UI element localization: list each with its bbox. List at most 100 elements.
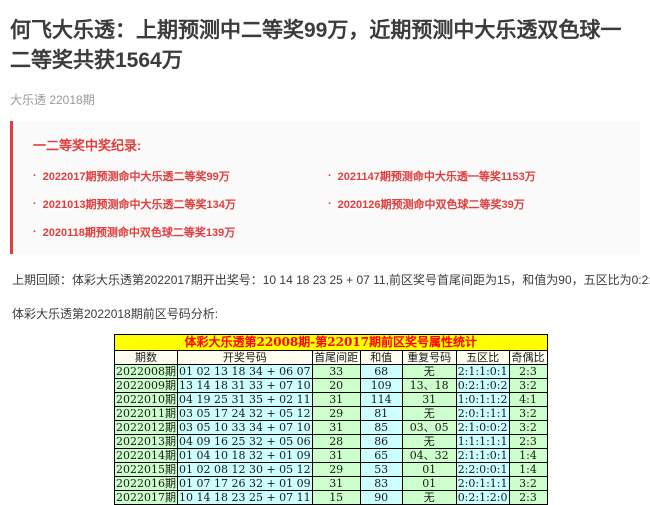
table-cell: 04 09 16 25 32 + 05 06: [178, 434, 313, 448]
table-header-row: 期数 开奖号码 首尾间距 和值 重复号码 五区比 奇偶比: [115, 350, 548, 364]
record-columns: · 2022017期预测命中大乐透二等奖99万 · 2021013期预测命中大乐…: [33, 156, 618, 240]
table-cell: 2022010期: [115, 392, 178, 406]
table-cell: 01 02 08 12 30 + 05 12: [178, 462, 313, 476]
column-header-oddeven: 奇偶比: [509, 350, 547, 364]
table-cell: 2:0:1:1:1: [456, 406, 509, 420]
record-item-text: 2020126期预测命中双色球二等奖39万: [338, 196, 525, 212]
table-cell: 3:2: [509, 476, 547, 490]
table-cell: 0:2:1:0:2: [456, 378, 509, 392]
table-cell: 68: [360, 364, 402, 378]
record-item: · 2020126期预测命中双色球二等奖39万: [328, 196, 536, 212]
record-item: · 2021147期预测命中大乐透一等奖1153万: [328, 168, 536, 184]
table-cell: 2:2:0:0:1: [456, 462, 509, 476]
table-row: 2022015期01 02 08 12 30 + 05 122953012:2:…: [115, 462, 548, 476]
table-cell: 109: [360, 378, 402, 392]
table-cell: 3:2: [509, 378, 547, 392]
page-title: 何飞大乐透：上期预测中二等奖99万，近期预测中大乐透双色球一二等奖共获1564万: [10, 16, 636, 76]
table-cell: 2022017期: [115, 490, 178, 504]
table-cell: 无: [402, 434, 456, 448]
table-cell: 2:0:1:1:1: [456, 476, 509, 490]
bullet-icon: ·: [33, 226, 37, 238]
table-cell: 2:1:1:0:1: [456, 448, 509, 462]
last-draw-review: 上期回顾：体彩大乐透第2022017期开出奖号：10 14 18 23 25 +…: [12, 271, 640, 288]
table-cell: 65: [360, 448, 402, 462]
record-item-text: 2021147期预测命中大乐透一等奖1153万: [338, 168, 536, 184]
table-cell: 13 14 18 31 33 + 07 10: [178, 378, 313, 392]
record-column-right: · 2021147期预测命中大乐透一等奖1153万 · 2020126期预测命中…: [328, 156, 536, 240]
table-cell: 2:3: [509, 490, 547, 504]
table-cell: 31: [312, 420, 360, 434]
table-cell: 03 05 10 33 34 + 07 10: [178, 420, 313, 434]
record-item: · 2021013期预测命中大乐透二等奖134万: [33, 196, 328, 212]
table-cell: 10 14 18 23 25 + 07 11: [178, 490, 313, 504]
table-cell: 2022012期: [115, 420, 178, 434]
table-cell: 2022015期: [115, 462, 178, 476]
record-item-text: 2021013期预测命中大乐透二等奖134万: [43, 196, 236, 212]
table-cell: 13、18: [402, 378, 456, 392]
table-row: 2022009期13 14 18 31 33 + 07 102010913、18…: [115, 378, 548, 392]
prize-record-box: 一二等奖中奖纪录: · 2022017期预测命中大乐透二等奖99万 · 2021…: [10, 121, 640, 254]
table-cell: 2022008期: [115, 364, 178, 378]
column-header-sum: 和值: [360, 350, 402, 364]
table-cell: 03 05 17 24 32 + 05 12: [178, 406, 313, 420]
column-header-zoneratio: 五区比: [456, 350, 509, 364]
column-header-issue: 期数: [115, 350, 178, 364]
bullet-icon: ·: [33, 198, 37, 210]
table-title: 体彩大乐透第22008期-第22017期前区奖号属性统计: [115, 334, 548, 350]
table-cell: 2022013期: [115, 434, 178, 448]
table-cell: 20: [312, 378, 360, 392]
table-row: 2022017期10 14 18 23 25 + 07 111590无0:2:1…: [115, 490, 548, 504]
table-cell: 无: [402, 364, 456, 378]
stats-table-body: 2022008期01 02 13 18 34 + 06 073368无2:1:1…: [115, 364, 548, 504]
table-cell: 0:2:1:2:0: [456, 490, 509, 504]
column-header-span: 首尾间距: [312, 350, 360, 364]
table-cell: 1:4: [509, 462, 547, 476]
bullet-icon: ·: [33, 170, 37, 182]
table-cell: 04 19 25 31 35 + 02 11: [178, 392, 313, 406]
record-item: · 2022017期预测命中大乐透二等奖99万: [33, 168, 328, 184]
table-cell: 31: [402, 392, 456, 406]
table-cell: 1:0:1:1:2: [456, 392, 509, 406]
table-cell: 2:1:1:0:1: [456, 364, 509, 378]
table-cell: 29: [312, 406, 360, 420]
table-cell: 2022009期: [115, 378, 178, 392]
table-cell: 4:1: [509, 392, 547, 406]
table-cell: 01 04 10 18 32 + 01 09: [178, 448, 313, 462]
table-cell: 3:2: [509, 420, 547, 434]
page: { "header": { "title": "何飞大乐透：上期预测中二等奖99…: [0, 16, 650, 459]
table-cell: 86: [360, 434, 402, 448]
table-cell: 01: [402, 476, 456, 490]
table-cell: 31: [312, 476, 360, 490]
record-item-text: 2020118期预测命中双色球二等奖139万: [43, 224, 236, 240]
table-cell: 01 02 13 18 34 + 06 07: [178, 364, 313, 378]
table-row: 2022011期03 05 17 24 32 + 05 122981无2:0:1…: [115, 406, 548, 420]
table-cell: 1:1:1:1:1: [456, 434, 509, 448]
table-cell: 01 07 17 26 32 + 01 09: [178, 476, 313, 490]
table-cell: 29: [312, 462, 360, 476]
table-cell: 85: [360, 420, 402, 434]
table-cell: 114: [360, 392, 402, 406]
table-cell: 2022014期: [115, 448, 178, 462]
table-cell: 2:3: [509, 364, 547, 378]
table-row: 2022008期01 02 13 18 34 + 06 073368无2:1:1…: [115, 364, 548, 378]
table-row: 2022012期03 05 10 33 34 + 07 10318503、052…: [115, 420, 548, 434]
column-header-repeats: 重复号码: [402, 350, 456, 364]
bullet-icon: ·: [328, 170, 332, 182]
table-cell: 2022016期: [115, 476, 178, 490]
table-row: 2022013期04 09 16 25 32 + 05 062886无1:1:1…: [115, 434, 548, 448]
table-cell: 31: [312, 448, 360, 462]
table-cell: 3:2: [509, 406, 547, 420]
table-cell: 2:3: [509, 434, 547, 448]
table-cell: 无: [402, 406, 456, 420]
table-cell: 31: [312, 392, 360, 406]
stats-table: 体彩大乐透第22008期-第22017期前区奖号属性统计 期数 开奖号码 首尾间…: [114, 334, 548, 505]
table-cell: 81: [360, 406, 402, 420]
record-box-heading: 一二等奖中奖纪录:: [33, 135, 618, 154]
table-cell: 01: [402, 462, 456, 476]
table-cell: 28: [312, 434, 360, 448]
table-row: 2022010期04 19 25 31 35 + 02 1131114311:0…: [115, 392, 548, 406]
table-cell: 04、32: [402, 448, 456, 462]
table-title-row: 体彩大乐透第22008期-第22017期前区奖号属性统计: [115, 334, 548, 350]
table-cell: 无: [402, 490, 456, 504]
table-cell: 2:1:0:0:2: [456, 420, 509, 434]
